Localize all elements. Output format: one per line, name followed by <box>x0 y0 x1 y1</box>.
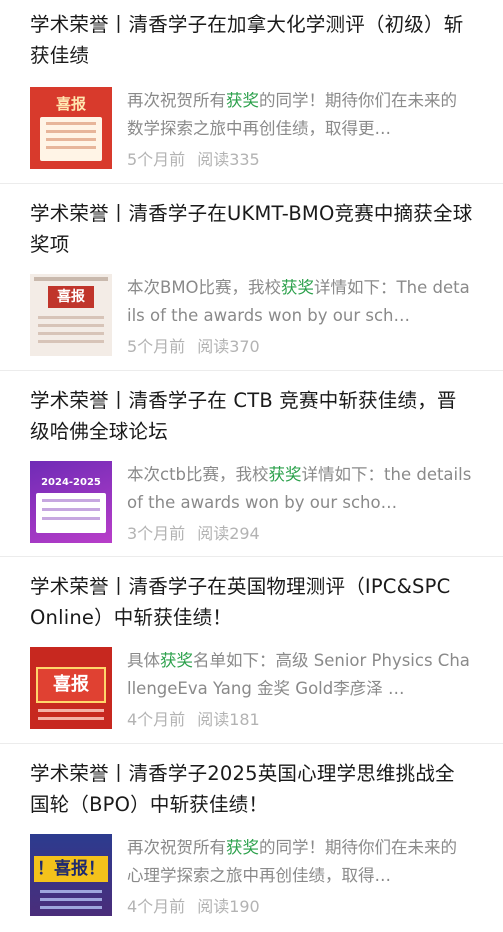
keyword-highlight: 获奖 <box>226 91 259 110</box>
thumb-label: 喜报 <box>55 95 86 113</box>
keyword-highlight: 获奖 <box>160 651 193 670</box>
article-thumbnail[interactable]: ！喜报！ <box>30 834 112 916</box>
thumb-label: ！喜报！ <box>34 856 108 882</box>
article-stats: 4个月前 阅读190 <box>127 896 473 918</box>
read-count: 阅读181 <box>197 710 260 729</box>
article-summary: 具体获奖名单如下：高级 Senior Physics ChallengeEva … <box>127 651 470 698</box>
keyword-highlight: 获奖 <box>226 838 259 857</box>
article-stats: 5个月前 阅读335 <box>127 149 473 171</box>
article-title[interactable]: 学术荣誉丨清香学子在英国物理测评（IPC&SPC Online）中斩获佳绩！ <box>30 571 473 633</box>
article-stats: 3个月前 阅读294 <box>127 523 473 545</box>
keyword-highlight: 获奖 <box>281 278 315 297</box>
publish-time: 3个月前 <box>127 524 186 543</box>
article-title[interactable]: 学术荣誉丨清香学子在UKMT-BMO竞赛中摘获全球奖项 <box>30 198 473 260</box>
article-thumbnail[interactable]: 喜报 <box>30 274 112 356</box>
read-count: 阅读294 <box>197 524 260 543</box>
publish-time: 4个月前 <box>127 897 186 916</box>
read-count: 阅读335 <box>197 150 260 169</box>
thumb-label: 2024-2025 <box>41 477 101 488</box>
article-summary: 再次祝贺所有获奖的同学！期待你们在未来的心理学探索之旅中再创佳绩，取得… <box>127 838 457 885</box>
publish-time: 5个月前 <box>127 337 186 356</box>
article-stats: 5个月前 阅读370 <box>127 336 473 358</box>
keyword-highlight: 获奖 <box>268 465 302 484</box>
article-summary: 本次ctb比赛，我校获奖详情如下：the details of the awar… <box>127 465 472 512</box>
article-title[interactable]: 学术荣誉丨清香学子2025英国心理学思维挑战全国轮（BPO）中斩获佳绩！ <box>30 758 473 820</box>
article-thumbnail[interactable]: 2024-2025 <box>30 461 112 543</box>
read-count: 阅读370 <box>197 337 260 356</box>
article-title[interactable]: 学术荣誉丨清香学子在加拿大化学测评（初级）斩获佳绩 <box>30 9 473 71</box>
article-summary: 本次BMO比赛，我校获奖详情如下：The details of the awar… <box>127 278 470 325</box>
thumb-card <box>36 493 106 533</box>
article-list: 学术荣誉丨清香学子在加拿大化学测评（初级）斩获佳绩 喜报 再次祝贺所有获奖的同学… <box>0 0 503 932</box>
list-item[interactable]: 学术荣誉丨清香学子在UKMT-BMO竞赛中摘获全球奖项 喜报 本次BMO比赛，我… <box>0 184 503 371</box>
thumb-label: 喜报 <box>48 286 94 308</box>
list-item[interactable]: 学术荣誉丨清香学子在加拿大化学测评（初级）斩获佳绩 喜报 再次祝贺所有获奖的同学… <box>0 0 503 184</box>
thumb-card <box>40 117 102 161</box>
read-count: 阅读190 <box>197 897 260 916</box>
list-item[interactable]: 学术荣誉丨清香学子在 CTB 竞赛中斩获佳绩，晋级哈佛全球论坛 2024-202… <box>0 371 503 557</box>
thumb-label: 喜报 <box>36 667 106 703</box>
article-title[interactable]: 学术荣誉丨清香学子在 CTB 竞赛中斩获佳绩，晋级哈佛全球论坛 <box>30 385 473 447</box>
publish-time: 5个月前 <box>127 150 186 169</box>
article-stats: 4个月前 阅读181 <box>127 709 473 731</box>
article-summary: 再次祝贺所有获奖的同学！期待你们在未来的数学探索之旅中再创佳绩，取得更… <box>127 91 457 138</box>
publish-time: 4个月前 <box>127 710 186 729</box>
list-item[interactable]: 学术荣誉丨清香学子在英国物理测评（IPC&SPC Online）中斩获佳绩！ 喜… <box>0 557 503 744</box>
list-item[interactable]: 学术荣誉丨清香学子2025英国心理学思维挑战全国轮（BPO）中斩获佳绩！ ！喜报… <box>0 744 503 932</box>
article-thumbnail[interactable]: 喜报 <box>30 647 112 729</box>
article-thumbnail[interactable]: 喜报 <box>30 87 112 169</box>
